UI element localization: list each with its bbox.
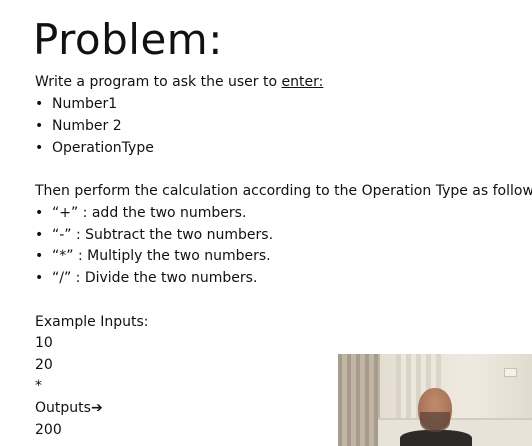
- operation-item-label: “-” : Subtract the two numbers.: [52, 227, 274, 243]
- operation-item-divide: • “/” : Divide the two numbers.: [35, 268, 257, 288]
- bullet-icon: •: [35, 270, 44, 286]
- outputs-label-row: Outputs➔: [35, 398, 103, 418]
- intro-underlined-text: enter:: [281, 74, 324, 90]
- operation-item-subtract: • “-” : Subtract the two numbers.: [35, 225, 273, 245]
- webcam-curtain: [338, 354, 380, 446]
- intro-line: Write a program to ask the user to enter…: [35, 72, 323, 92]
- bullet-icon: •: [35, 118, 44, 134]
- input-item-3: • OperationType: [35, 138, 154, 158]
- input-item-2: • Number 2: [35, 116, 122, 136]
- bullet-icon: •: [35, 248, 44, 264]
- arrow-right-icon: ➔: [90, 400, 103, 416]
- webcam-wall-switch: [504, 368, 517, 377]
- example-value-3: *: [35, 378, 42, 394]
- operation-item-label: “+” : add the two numbers.: [52, 205, 247, 221]
- example-inputs-label: Example Inputs:: [35, 314, 149, 330]
- example-value-2: 20: [35, 357, 53, 373]
- webcam-presenter-body: [400, 430, 472, 446]
- input-item-label: OperationType: [52, 140, 154, 156]
- webcam-presenter-beard: [420, 412, 450, 432]
- operation-item-add: • “+” : add the two numbers.: [35, 203, 246, 223]
- webcam-video-overlay: [338, 354, 532, 446]
- outputs-label: Outputs: [35, 400, 91, 416]
- bullet-icon: •: [35, 140, 44, 156]
- operation-item-label: “*” : Multiply the two numbers.: [52, 248, 271, 264]
- bullet-icon: •: [35, 96, 44, 112]
- operations-intro: Then perform the calculation according t…: [35, 183, 532, 199]
- operation-item-multiply: • “*” : Multiply the two numbers.: [35, 246, 271, 266]
- output-value: 200: [35, 422, 62, 438]
- slide-title: Problem:: [33, 15, 223, 64]
- input-item-label: Number 2: [52, 118, 122, 134]
- operation-item-label: “/” : Divide the two numbers.: [52, 270, 258, 286]
- bullet-icon: •: [35, 205, 44, 221]
- input-item-label: Number1: [52, 96, 118, 112]
- input-item-1: • Number1: [35, 94, 117, 114]
- intro-text: Write a program to ask the user to: [35, 74, 282, 90]
- example-value-1: 10: [35, 335, 53, 351]
- bullet-icon: •: [35, 227, 44, 243]
